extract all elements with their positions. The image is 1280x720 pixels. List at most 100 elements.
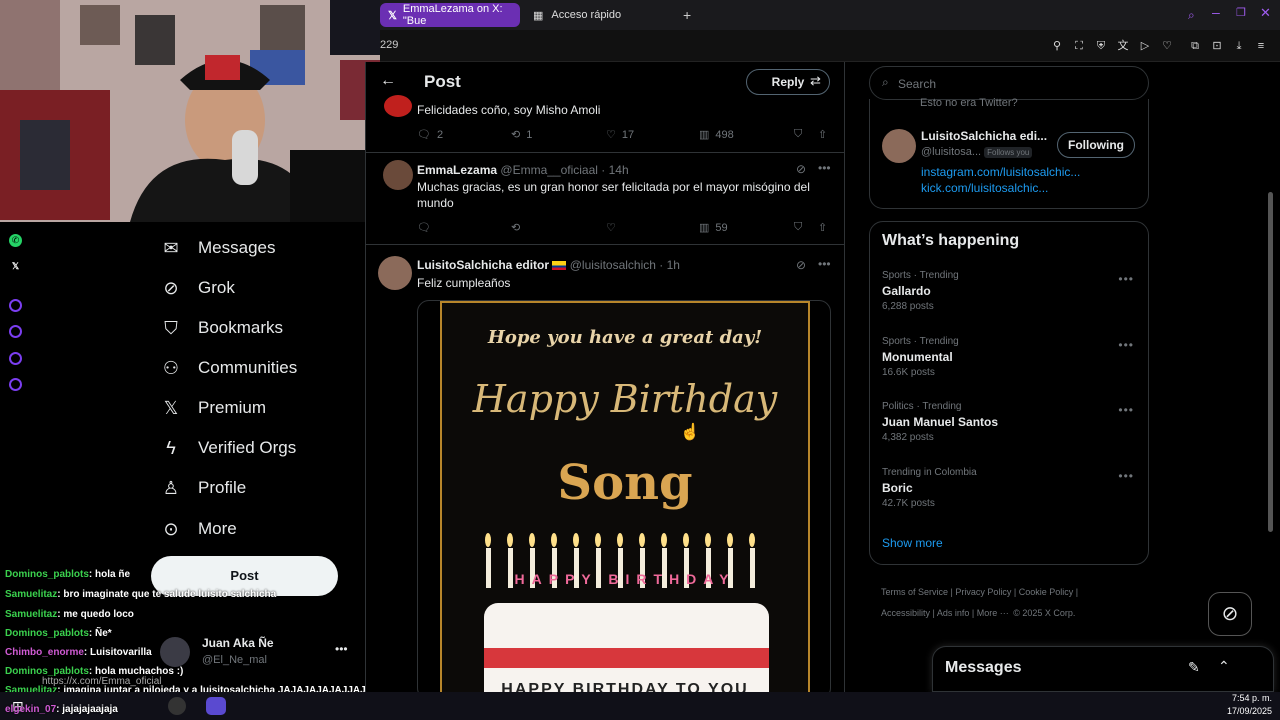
profile-bio-partial: Esto no era Twitter? (920, 97, 1018, 109)
search-input[interactable]: ⌕ Search (869, 66, 1149, 100)
footer-link[interactable]: Cookie Policy (1019, 587, 1074, 597)
maximize-icon[interactable]: ❐ (1236, 6, 1246, 19)
search-icon[interactable]: ⌕ (1188, 8, 1195, 23)
like-action[interactable]: ♡ 17 (606, 128, 634, 142)
heart-icon[interactable]: ♡ (1160, 39, 1174, 53)
scrollbar[interactable] (1268, 192, 1273, 532)
whatsapp-icon[interactable]: ✆ (9, 234, 22, 247)
reply-count: 2 (436, 128, 444, 141)
x-favicon-icon: 𝕏 (388, 9, 397, 22)
nav-bookmarks[interactable]: ⛉ Bookmarks (160, 313, 283, 343)
more-icon[interactable]: ••• (1118, 469, 1134, 483)
profile-link-kick[interactable]: kick.com/luisitosalchic... (921, 181, 1048, 195)
extensions-icon[interactable]: ⧉ (1188, 39, 1202, 53)
tab-emmalezama[interactable]: 𝕏 EmmaLezama on X: "Bue (380, 3, 520, 27)
view-count: 498 (715, 128, 734, 141)
tab-acceso-rapido[interactable]: ▦ Acceso rápido (525, 3, 665, 27)
app-icon[interactable] (206, 697, 226, 715)
trend-item[interactable]: Sports · Trending Gallardo 6,288 posts (882, 270, 959, 312)
profile-name[interactable]: LuisitoSalchicha edi... (921, 129, 1047, 143)
nav-label: Profile (198, 478, 247, 497)
share-icon[interactable]: ⇧ (818, 221, 827, 234)
reply-icon: 🗨 (417, 129, 431, 141)
download-icon[interactable]: ⤓ (1232, 39, 1246, 53)
avatar[interactable] (378, 256, 412, 290)
menu-icon[interactable]: ≡ (1254, 39, 1268, 53)
tweet-media[interactable]: Hope you have a great day! Happy Birthda… (417, 300, 831, 692)
cake-graphic (484, 603, 769, 692)
account-more-icon[interactable]: ••• (335, 642, 348, 656)
tweet-text: Felicidades coño, soy Misho Amoli (417, 103, 601, 117)
trend-item[interactable]: Trending in Colombia Boric 42.7K posts (882, 467, 977, 509)
minimize-icon[interactable]: – (1212, 4, 1220, 20)
trend-item[interactable]: Politics · Trending Juan Manuel Santos 4… (882, 401, 998, 443)
retweet-icon[interactable]: ⟲ (511, 221, 520, 234)
nav-more[interactable]: ⊙ More (160, 514, 236, 544)
whats-happening-card: What’s happening Sports · Trending Galla… (869, 221, 1149, 565)
colombia-flag-icon (552, 261, 567, 271)
nav-verified-orgs[interactable]: ϟ Verified Orgs (160, 433, 296, 463)
address-bar[interactable]: 229 (380, 39, 398, 51)
new-message-icon[interactable]: ✎ (1188, 659, 1200, 676)
pin-icon[interactable]: ⚲ (1050, 39, 1064, 53)
nav-label: Grok (198, 278, 235, 297)
play-circle-icon[interactable] (9, 299, 22, 312)
app-icon[interactable] (168, 697, 186, 715)
avatar[interactable] (384, 95, 412, 117)
show-more-link[interactable]: Show more (882, 536, 943, 550)
more-icon[interactable]: ••• (818, 257, 831, 271)
settings-icon[interactable] (9, 378, 22, 391)
share-icon[interactable]: ⇧ (818, 128, 827, 141)
translate-icon[interactable]: 文 (1116, 39, 1130, 53)
expand-icon[interactable]: ⌃ (1218, 658, 1230, 675)
nav-communities[interactable]: ⚇ Communities (160, 353, 297, 383)
filter-icon[interactable]: ⇄ (810, 73, 821, 89)
timeline-column: ← Post Reply ⇄ Felicidades coño, soy Mis… (365, 62, 845, 692)
heart-icon[interactable]: ♡ (606, 221, 616, 234)
grok-icon[interactable]: ⊘ (796, 258, 806, 272)
more-icon[interactable]: ••• (1118, 272, 1134, 286)
following-button[interactable]: Following (1057, 132, 1135, 158)
views-action[interactable]: ▥ 59 (699, 221, 728, 235)
crop-icon[interactable]: ⛶ (1072, 39, 1086, 53)
shield-icon[interactable]: ⛨ (1094, 39, 1108, 53)
views-icon: ▥ (699, 129, 710, 141)
reply-icon[interactable]: 🗨 (417, 221, 431, 234)
more-icon[interactable]: ••• (1118, 403, 1134, 417)
trend-category: Trending in Colombia (882, 467, 977, 478)
footer-link[interactable]: Accessibility (881, 608, 930, 618)
grok-icon[interactable]: ⊘ (796, 162, 806, 176)
nav-grok[interactable]: ⊘ Grok (160, 273, 235, 303)
close-icon[interactable]: ✕ (1260, 5, 1271, 21)
avatar[interactable] (160, 637, 190, 667)
retweet-action[interactable]: ⟲ 1 (511, 128, 532, 142)
views-action[interactable]: ▥ 498 (699, 128, 734, 142)
nav-messages[interactable]: ✉ Messages (160, 233, 275, 263)
profile-link-instagram[interactable]: instagram.com/luisitosalchic... (921, 165, 1080, 179)
more-icon[interactable]: ••• (818, 161, 831, 175)
footer-link[interactable]: Privacy Policy (955, 587, 1011, 597)
chat-icon[interactable] (9, 352, 22, 365)
nav-premium[interactable]: 𝕏 Premium (160, 393, 266, 423)
more-icon[interactable]: ••• (1118, 338, 1134, 352)
footer-link[interactable]: More ··· (977, 608, 1009, 618)
play-icon[interactable]: ▷ (1138, 39, 1152, 53)
avatar[interactable] (882, 129, 916, 163)
footer-link[interactable]: Ads info (937, 608, 970, 618)
left-app-bar: ✆ 𝕏 (0, 222, 30, 692)
avatar[interactable] (383, 160, 413, 190)
lock-icon[interactable]: ⊡ (1210, 39, 1224, 53)
clock-icon[interactable] (9, 325, 22, 338)
bookmark-icon[interactable]: ⛉ (794, 128, 802, 141)
trend-item[interactable]: Sports · Trending Monumental 16.6K posts (882, 336, 959, 378)
bookmark-icon[interactable]: ⛉ (794, 221, 802, 234)
grok-floating-button[interactable]: ⊘ (1208, 592, 1252, 636)
back-arrow-icon[interactable]: ← (380, 72, 396, 90)
x-app-icon[interactable]: 𝕏 (9, 260, 22, 273)
footer-link[interactable]: Terms of Service (881, 587, 948, 597)
follows-you-badge: Follows you (984, 147, 1033, 158)
nav-profile[interactable]: ♙ Profile (160, 473, 246, 503)
reply-action[interactable]: 🗨 2 (417, 128, 444, 142)
new-tab-button[interactable]: + (675, 3, 699, 27)
messages-drawer[interactable]: Messages ✎ ⌃ (932, 646, 1274, 692)
